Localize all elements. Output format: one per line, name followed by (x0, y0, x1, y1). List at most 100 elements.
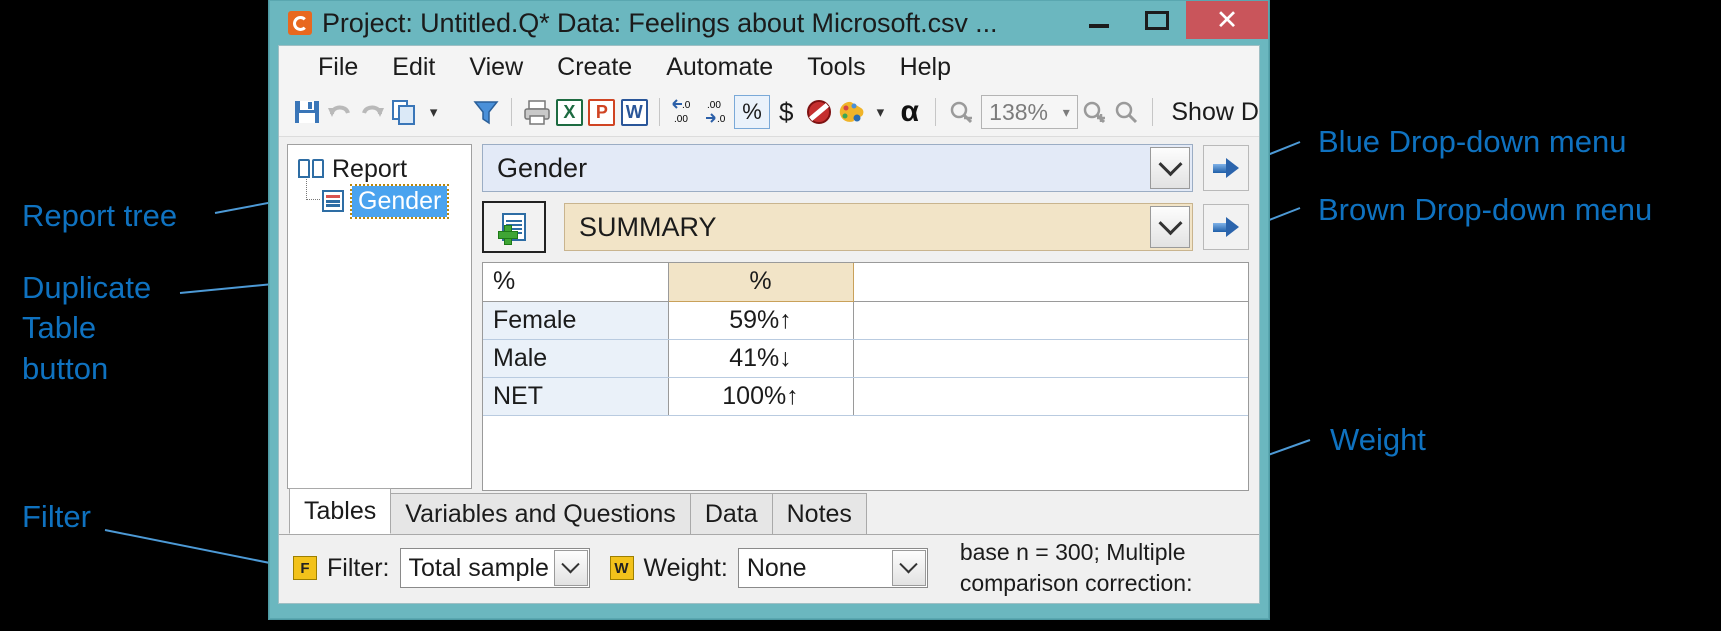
brown-dropdown-row: SUMMARY (482, 201, 1249, 253)
word-export-icon[interactable]: W (618, 94, 650, 131)
weight-chevron-down-icon[interactable] (892, 550, 926, 586)
table-editor-pane: Gender SUMMARY (472, 136, 1259, 491)
brown-go-button[interactable] (1203, 204, 1249, 250)
weight-combobox[interactable]: None (738, 548, 928, 588)
menu-tools[interactable]: Tools (790, 53, 882, 82)
table-row[interactable]: Female 59%↑ (483, 301, 1248, 339)
menu-view[interactable]: View (452, 53, 540, 82)
maximize-button[interactable] (1128, 1, 1186, 39)
minimize-button[interactable] (1070, 1, 1128, 39)
menu-bar: File Edit View Create Automate Tools Hel… (279, 46, 1259, 88)
table-row[interactable]: Male 41%↓ (483, 339, 1248, 377)
blue-go-button[interactable] (1203, 145, 1249, 191)
toolbar: ▾ X P W .0.00 .00.0 % $ (279, 88, 1259, 137)
word-glyph: W (621, 99, 648, 126)
redo-icon[interactable] (356, 94, 388, 131)
status-note: base n = 300; Multiple comparison correc… (960, 537, 1193, 599)
up-arrow-icon: ↑ (779, 306, 792, 334)
zoom-level-combobox[interactable]: 138% ▾ (981, 95, 1078, 129)
decrease-decimal-icon[interactable]: .0.00 (669, 94, 701, 131)
row-value-female: 59%↑ (668, 301, 853, 339)
menu-create[interactable]: Create (540, 53, 649, 82)
close-button[interactable]: ✕ (1186, 1, 1268, 39)
powerpoint-export-icon[interactable]: P (586, 94, 618, 131)
report-tree[interactable]: Report Gender (287, 144, 472, 489)
blue-dropdown-chevron-down-icon[interactable] (1150, 147, 1190, 189)
table-row[interactable]: NET 100%↑ (483, 377, 1248, 415)
tree-item-gender[interactable]: Gender (322, 185, 471, 217)
row-value-net: 100%↑ (668, 377, 853, 415)
menu-help[interactable]: Help (883, 53, 968, 82)
filter-value: Total sample (401, 554, 557, 583)
annotation-filter: Filter (22, 497, 91, 537)
excel-export-icon[interactable]: X (553, 94, 585, 131)
down-arrow-icon: ↓ (779, 344, 792, 372)
application-window: Project: Untitled.Q* Data: Feelings abou… (269, 0, 1269, 619)
tab-variables-and-questions[interactable]: Variables and Questions (390, 493, 691, 534)
tree-item-report[interactable]: Report (298, 153, 471, 185)
table-icon (322, 190, 344, 212)
row-value-male: 41%↓ (668, 339, 853, 377)
row-blank-male (853, 339, 1248, 377)
filter-chevron-down-icon[interactable] (554, 550, 588, 586)
zoom-chevron-down-icon[interactable]: ▾ (1063, 104, 1070, 121)
show-menu-label[interactable]: Show D (1171, 98, 1259, 127)
weight-badge-icon: W (610, 556, 634, 580)
client-area: File Edit View Create Automate Tools Hel… (278, 45, 1260, 604)
main-split: Report Gender Gender (279, 136, 1259, 491)
window-controls: ✕ (1070, 1, 1268, 39)
color-dropdown-chevron-down-icon[interactable]: ▾ (867, 94, 893, 131)
title-bar[interactable]: Project: Untitled.Q* Data: Feelings abou… (270, 1, 1268, 45)
copy-dropdown-chevron-down-icon[interactable]: ▾ (421, 94, 447, 131)
increase-decimal-icon[interactable]: .00.0 (702, 94, 734, 131)
annotation-report-tree: Report tree (22, 196, 177, 236)
print-icon[interactable] (521, 94, 553, 131)
brown-dropdown[interactable]: SUMMARY (564, 203, 1193, 251)
blue-dropdown-value: Gender (483, 153, 587, 184)
color-palette-icon[interactable] (835, 94, 867, 131)
row-label-net: NET (483, 377, 668, 415)
undo-icon[interactable] (323, 94, 355, 131)
blue-dropdown-row: Gender (482, 144, 1249, 192)
brown-right-arrow-icon (1213, 217, 1239, 237)
menu-edit[interactable]: Edit (375, 53, 452, 82)
filter-combobox[interactable]: Total sample (400, 548, 590, 588)
svg-text:.0: .0 (682, 100, 691, 111)
duplicate-table-button[interactable] (482, 201, 546, 253)
row-blank-female (853, 301, 1248, 339)
window-title: Project: Untitled.Q* Data: Feelings abou… (322, 8, 997, 39)
annotation-duplicate-table-button: Duplicate Table button (22, 268, 151, 389)
tree-item-gender-label: Gender (352, 186, 447, 217)
q-logo-icon (288, 11, 312, 35)
svg-text:.0: .0 (717, 114, 726, 125)
zoom-out-icon[interactable] (945, 94, 977, 131)
menu-file[interactable]: File (301, 53, 375, 82)
percent-glyph: % (734, 95, 770, 129)
no-entry-icon[interactable] (802, 94, 834, 131)
table-header-blank (853, 263, 1248, 301)
zoom-fit-icon[interactable] (1110, 94, 1142, 131)
copy-icon[interactable] (388, 94, 420, 131)
book-icon (298, 159, 324, 179)
svg-text:.00: .00 (707, 100, 721, 111)
results-table[interactable]: % % Female 59%↑ Male 41%↓ (482, 262, 1249, 491)
brown-dropdown-chevron-down-icon[interactable] (1150, 206, 1190, 248)
table-header-percent: % (668, 263, 853, 301)
row-label-female: Female (483, 301, 668, 339)
alpha-icon[interactable]: α (894, 94, 926, 131)
tab-tables[interactable]: Tables (289, 488, 391, 534)
currency-format-button[interactable]: $ (770, 94, 802, 131)
up-arrow-icon: ↑ (786, 382, 799, 410)
table-header-corner: % (483, 263, 668, 301)
zoom-in-icon[interactable] (1078, 94, 1110, 131)
blue-dropdown[interactable]: Gender (482, 144, 1193, 192)
row-blank-net (853, 377, 1248, 415)
weight-value: None (739, 554, 815, 583)
tab-data[interactable]: Data (690, 493, 773, 534)
percent-format-button[interactable]: % (734, 94, 770, 131)
tab-notes[interactable]: Notes (772, 493, 867, 534)
menu-automate[interactable]: Automate (649, 53, 790, 82)
save-icon[interactable] (291, 94, 323, 131)
excel-glyph: X (556, 99, 583, 126)
funnel-icon[interactable] (470, 94, 502, 131)
